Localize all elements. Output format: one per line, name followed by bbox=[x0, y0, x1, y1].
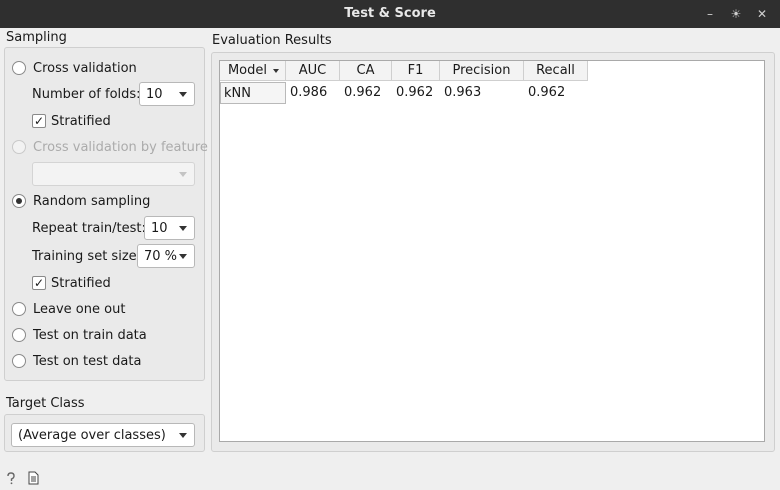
column-header-ca[interactable]: CA bbox=[340, 61, 392, 81]
cell-precision: 0.963 bbox=[444, 85, 482, 100]
test-on-test-option[interactable]: Test on test data bbox=[12, 351, 141, 371]
cell-auc: 0.986 bbox=[290, 85, 328, 100]
training-size-value: 70 % bbox=[144, 248, 178, 264]
test-on-train-label: Test on train data bbox=[33, 327, 147, 343]
folds-select[interactable]: 10 bbox=[139, 82, 195, 106]
table-header: Model AUC CA F1 Precision Recall bbox=[220, 61, 588, 81]
repeat-label: Repeat train/test: bbox=[32, 220, 146, 236]
stratified-cv-checkbox[interactable]: ✓ bbox=[32, 114, 46, 128]
question-mark-icon[interactable] bbox=[4, 471, 18, 485]
cell-f1: 0.962 bbox=[396, 85, 434, 100]
maximize-icon[interactable]: ☀ bbox=[728, 6, 744, 22]
cv-by-feature-radio[interactable] bbox=[12, 140, 26, 154]
folds-label: Number of folds: bbox=[32, 86, 141, 102]
cv-by-feature-label: Cross validation by feature bbox=[33, 139, 208, 155]
training-size-row: Training set size: bbox=[32, 244, 141, 268]
sort-arrow-icon bbox=[273, 69, 279, 73]
leave-one-out-option[interactable]: Leave one out bbox=[12, 299, 125, 319]
stratified-random-label: Stratified bbox=[51, 275, 111, 291]
chevron-down-icon bbox=[179, 92, 187, 97]
minimize-icon[interactable]: – bbox=[702, 6, 718, 22]
cross-validation-radio[interactable] bbox=[12, 61, 26, 75]
test-on-train-radio[interactable] bbox=[12, 328, 26, 342]
results-table[interactable]: Model AUC CA F1 Precision Recall kNN 0.9… bbox=[219, 60, 765, 442]
status-bar bbox=[0, 466, 780, 490]
cross-validation-label: Cross validation bbox=[33, 60, 137, 76]
stratified-random-checkbox[interactable]: ✓ bbox=[32, 276, 46, 290]
cell-recall: 0.962 bbox=[528, 85, 566, 100]
repeat-select[interactable]: 10 bbox=[144, 216, 195, 240]
folds-row: Number of folds: bbox=[32, 82, 141, 106]
cross-validation-option[interactable]: Cross validation bbox=[12, 58, 137, 78]
chevron-down-icon bbox=[179, 254, 187, 259]
repeat-row: Repeat train/test: bbox=[32, 216, 146, 240]
cell-model[interactable]: kNN bbox=[220, 82, 286, 104]
test-on-test-radio[interactable] bbox=[12, 354, 26, 368]
target-class-value: (Average over classes) bbox=[18, 427, 166, 443]
random-sampling-option[interactable]: Random sampling bbox=[12, 191, 150, 211]
cell-ca: 0.962 bbox=[344, 85, 382, 100]
leave-one-out-label: Leave one out bbox=[33, 301, 126, 317]
column-header-auc[interactable]: AUC bbox=[286, 61, 340, 81]
random-sampling-label: Random sampling bbox=[33, 193, 151, 209]
column-header-label: Model bbox=[227, 63, 268, 78]
close-icon[interactable]: ✕ bbox=[754, 6, 770, 22]
folds-value: 10 bbox=[146, 86, 163, 102]
training-size-label: Training set size: bbox=[32, 248, 142, 264]
sampling-heading: Sampling bbox=[6, 30, 67, 45]
target-class-heading: Target Class bbox=[6, 396, 85, 411]
repeat-value: 10 bbox=[151, 220, 168, 236]
evaluation-results-heading: Evaluation Results bbox=[212, 33, 332, 48]
stratified-cv-option[interactable]: ✓ Stratified bbox=[32, 111, 111, 131]
stratified-cv-label: Stratified bbox=[51, 113, 111, 129]
test-on-train-option[interactable]: Test on train data bbox=[12, 325, 147, 345]
leave-one-out-radio[interactable] bbox=[12, 302, 26, 316]
column-header-f1[interactable]: F1 bbox=[392, 61, 440, 81]
column-header-precision[interactable]: Precision bbox=[440, 61, 524, 81]
test-on-test-label: Test on test data bbox=[33, 353, 142, 369]
chevron-down-icon bbox=[179, 433, 187, 438]
window-title: Test & Score bbox=[344, 6, 436, 21]
training-size-select[interactable]: 70 % bbox=[137, 244, 195, 268]
chevron-down-icon bbox=[179, 226, 187, 231]
document-icon[interactable] bbox=[26, 471, 40, 485]
column-header-model[interactable]: Model bbox=[220, 61, 286, 81]
random-sampling-radio[interactable] bbox=[12, 194, 26, 208]
stratified-random-option[interactable]: ✓ Stratified bbox=[32, 273, 111, 293]
target-class-select[interactable]: (Average over classes) bbox=[11, 423, 195, 447]
table-row[interactable]: kNN 0.986 0.962 0.962 0.963 0.962 bbox=[220, 82, 588, 104]
cv-feature-select[interactable] bbox=[32, 162, 195, 186]
column-header-recall[interactable]: Recall bbox=[524, 61, 588, 81]
cv-by-feature-option[interactable]: Cross validation by feature bbox=[12, 137, 208, 157]
title-bar: Test & Score – ☀ ✕ bbox=[0, 0, 780, 28]
chevron-down-icon bbox=[179, 172, 187, 177]
